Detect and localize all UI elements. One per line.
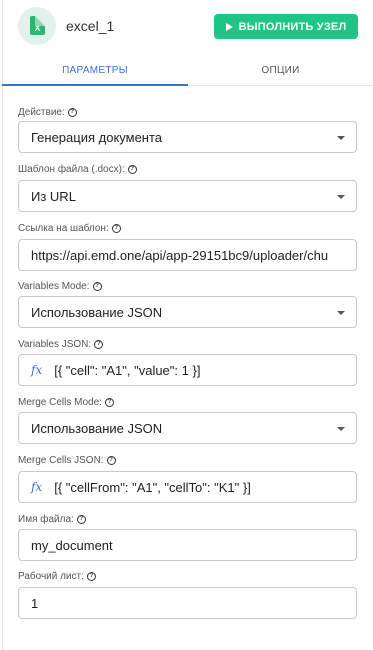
- node-header: X excel_1 ВЫПОЛНИТЬ УЗЕЛ: [0, 0, 373, 54]
- variables-json-label: Variables JSON: ?: [18, 339, 104, 350]
- variables-json-value: [{ "cell": "A1", "value": 1 }]: [54, 362, 201, 378]
- active-tab-indicator: [2, 84, 188, 86]
- help-icon[interactable]: ?: [86, 572, 96, 581]
- variables-mode-select[interactable]: Использование JSON: [18, 296, 357, 328]
- action-select[interactable]: Генерация документа: [18, 121, 357, 153]
- function-icon[interactable]: fx: [31, 363, 42, 377]
- help-icon[interactable]: ?: [92, 282, 102, 291]
- worksheet-input-value: 1: [31, 595, 39, 611]
- template-file-select-value: Из URL: [31, 188, 76, 204]
- tab-options[interactable]: ОПЦИИ: [188, 54, 373, 86]
- chevron-down-icon: [337, 136, 345, 140]
- merge-cells-mode-label-text: Merge Cells Mode:: [18, 397, 102, 408]
- variables-mode-label-text: Variables Mode:: [18, 281, 90, 292]
- tab-parameters[interactable]: ПАРАМЕТРЫ: [2, 54, 188, 86]
- template-link-input-value: https://api.emd.one/api/app-29151bc9/upl…: [31, 247, 329, 263]
- template-link-label-text: Ссылка на шаблон:: [18, 223, 109, 234]
- tab-bar: ПАРАМЕТРЫ ОПЦИИ: [0, 54, 373, 86]
- worksheet-label-text: Рабочий лист:: [18, 571, 84, 582]
- run-node-label: ВЫПОЛНИТЬ УЗЕЛ: [238, 20, 347, 33]
- help-icon[interactable]: ?: [104, 398, 114, 407]
- chevron-down-icon: [337, 427, 345, 431]
- help-icon[interactable]: ?: [94, 340, 104, 349]
- worksheet-label: Рабочий лист: ?: [18, 571, 96, 582]
- file-name-label-text: Имя файла:: [18, 514, 74, 525]
- variables-mode-label: Variables Mode: ?: [18, 281, 102, 292]
- excel-file-icon: X: [18, 7, 56, 45]
- variables-mode-select-value: Использование JSON: [31, 304, 163, 320]
- merge-cells-mode-select[interactable]: Использование JSON: [18, 412, 357, 444]
- help-icon[interactable]: ?: [76, 515, 86, 524]
- run-node-button[interactable]: ВЫПОЛНИТЬ УЗЕЛ: [214, 14, 358, 39]
- template-file-label-text: Шаблон файла (.docx):: [18, 164, 125, 175]
- help-icon[interactable]: ?: [111, 224, 121, 233]
- help-icon[interactable]: ?: [127, 165, 137, 174]
- variables-json-input[interactable]: fx [{ "cell": "A1", "value": 1 }]: [18, 354, 357, 386]
- merge-cells-mode-select-value: Использование JSON: [31, 420, 163, 436]
- file-name-input-value: my_document: [31, 537, 113, 553]
- action-select-value: Генерация документа: [31, 129, 163, 145]
- panel-left-border: [2, 0, 3, 650]
- template-file-label: Шаблон файла (.docx): ?: [18, 164, 137, 175]
- action-label-text: Действие:: [18, 107, 65, 118]
- file-name-input[interactable]: my_document: [18, 529, 357, 561]
- merge-cells-json-input[interactable]: fx [{ "cellFrom": "A1", "cellTo": "K1" }…: [18, 471, 357, 503]
- merge-cells-json-value: [{ "cellFrom": "A1", "cellTo": "K1" }]: [54, 479, 251, 495]
- help-icon[interactable]: ?: [67, 108, 77, 117]
- file-name-label: Имя файла: ?: [18, 514, 86, 525]
- template-link-input[interactable]: https://api.emd.one/api/app-29151bc9/upl…: [18, 239, 357, 271]
- function-icon[interactable]: fx: [31, 480, 42, 494]
- merge-cells-json-label-text: Merge Cells JSON:: [18, 455, 104, 466]
- chevron-down-icon: [337, 311, 345, 315]
- template-file-select[interactable]: Из URL: [18, 180, 357, 212]
- merge-cells-mode-label: Merge Cells Mode: ?: [18, 397, 114, 408]
- excel-icon-letter: X: [34, 23, 41, 33]
- doc-shape: X: [30, 16, 45, 35]
- play-icon: [225, 22, 233, 31]
- template-link-label: Ссылка на шаблон: ?: [18, 223, 121, 234]
- action-label: Действие: ?: [18, 107, 77, 118]
- merge-cells-json-label: Merge Cells JSON: ?: [18, 455, 116, 466]
- node-title: excel_1: [66, 18, 115, 34]
- variables-json-label-text: Variables JSON:: [18, 339, 92, 350]
- worksheet-input[interactable]: 1: [18, 587, 357, 619]
- chevron-down-icon: [337, 195, 345, 199]
- help-icon[interactable]: ?: [106, 456, 116, 465]
